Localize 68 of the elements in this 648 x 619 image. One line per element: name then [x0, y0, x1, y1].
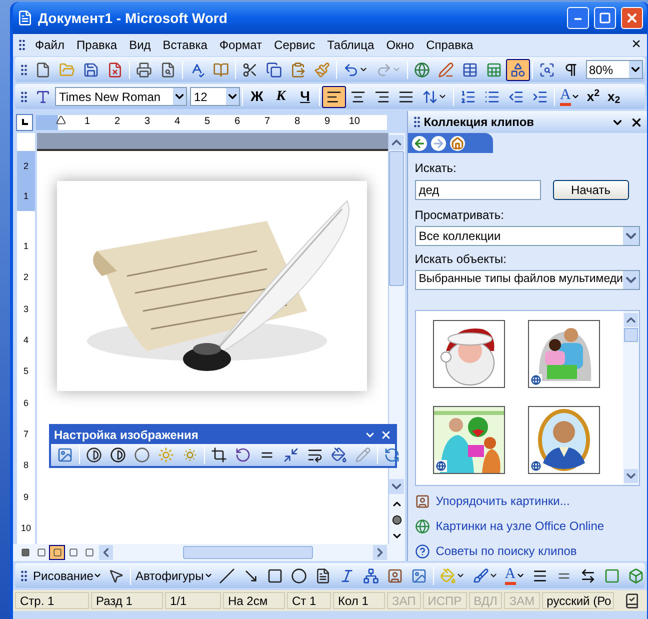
ruler-number: 4	[173, 117, 181, 127]
font-combo[interactable]: Times New Roman	[55, 87, 187, 106]
search-field[interactable]: дед	[414, 180, 541, 200]
ruler-number: 9	[323, 117, 331, 127]
underline-button[interactable]: Ч	[293, 86, 317, 108]
status-field: ЗАП	[387, 592, 421, 609]
ruler-number: 6	[23, 398, 28, 408]
menu-item[interactable]: Формат	[213, 36, 268, 54]
ruler-number: 7	[263, 117, 271, 127]
ruler-number: 9	[23, 492, 28, 502]
collections-dropdown[interactable]: Все коллекции	[414, 226, 640, 246]
menu-item[interactable]: Вставка	[156, 36, 214, 54]
menu-item[interactable]: Окно	[380, 36, 420, 54]
ruler-number: 8	[23, 461, 28, 470]
status-field: Стр. 1	[15, 592, 89, 609]
toolbar-title: Настройка изображения	[54, 427, 200, 444]
status-field: ВДЛ	[468, 592, 502, 609]
superscript-button[interactable]: x$^{2}$	[582, 86, 604, 106]
menu-item[interactable]: Таблица	[321, 36, 380, 54]
ruler-number: 2	[23, 273, 28, 282]
status-field: На 2см	[223, 592, 285, 609]
italic-button[interactable]: К	[269, 86, 293, 108]
status-field: Разд 1	[91, 592, 163, 609]
search-label: Искать:	[414, 160, 458, 177]
ruler-number: 4	[23, 336, 28, 346]
menu-item[interactable]: Вид	[123, 36, 157, 54]
ruler-number: 1	[23, 192, 28, 200]
ruler-number: 3	[23, 304, 28, 314]
drawing-menu[interactable]: Рисование	[31, 566, 104, 584]
ruler-number: 10	[348, 117, 361, 127]
font-color-button[interactable]: A	[557, 86, 583, 108]
status-field: Ст 1	[287, 592, 331, 609]
autoshapes-menu[interactable]: Автофигуры	[133, 566, 215, 584]
status-field: ИСПР	[422, 592, 467, 609]
ruler-number: 1	[83, 117, 91, 127]
ruler-number: 10	[20, 524, 31, 533]
ruler-number: 7	[23, 430, 28, 439]
menu-item[interactable]: Справка	[420, 36, 480, 54]
zoom-combo[interactable]: 80%	[586, 60, 643, 79]
ruler-number: 5	[203, 117, 211, 127]
task-pane-title: Коллекция клипов	[424, 114, 536, 131]
ruler-number: 2	[113, 117, 121, 127]
menu-item[interactable]: Правка	[70, 36, 124, 54]
ruler-number: 2	[23, 162, 28, 170]
ruler-number: 8	[293, 117, 301, 127]
status-field: русский (Ро	[542, 592, 614, 609]
task-link[interactable]: Картинки на узле Office Online	[436, 517, 604, 535]
font-size-combo[interactable]: 12	[190, 87, 240, 106]
task-link[interactable]: Советы по поиску клипов	[436, 542, 577, 560]
font-color-button[interactable]: A	[502, 564, 528, 586]
status-field: 1/1	[165, 592, 221, 609]
menu-item[interactable]: Сервис	[268, 36, 322, 54]
window-title: Документ1 - Microsoft Word	[38, 8, 228, 28]
status-field: Кол 1	[333, 592, 385, 609]
types-label: Искать объекты:	[414, 251, 508, 268]
task-link[interactable]: Упорядочить картинки...	[436, 492, 570, 510]
browse-label: Просматривать:	[414, 207, 505, 224]
ruler-number: 1	[23, 242, 28, 252]
bold-button[interactable]: Ж	[245, 86, 269, 108]
menu-item[interactable]: Файл	[29, 36, 71, 54]
status-field: ЗАМ	[504, 592, 540, 609]
ruler-number: 3	[143, 117, 151, 127]
search-button[interactable]: Начать	[552, 180, 629, 200]
close-document-button[interactable]: ×	[632, 37, 641, 53]
subscript-button[interactable]: x$_{2}$	[604, 86, 624, 106]
ruler-number: 5	[23, 367, 28, 376]
ruler-number: 6	[233, 117, 241, 127]
media-types-dropdown[interactable]: Выбранные типы файлов мультимеди	[414, 270, 640, 290]
